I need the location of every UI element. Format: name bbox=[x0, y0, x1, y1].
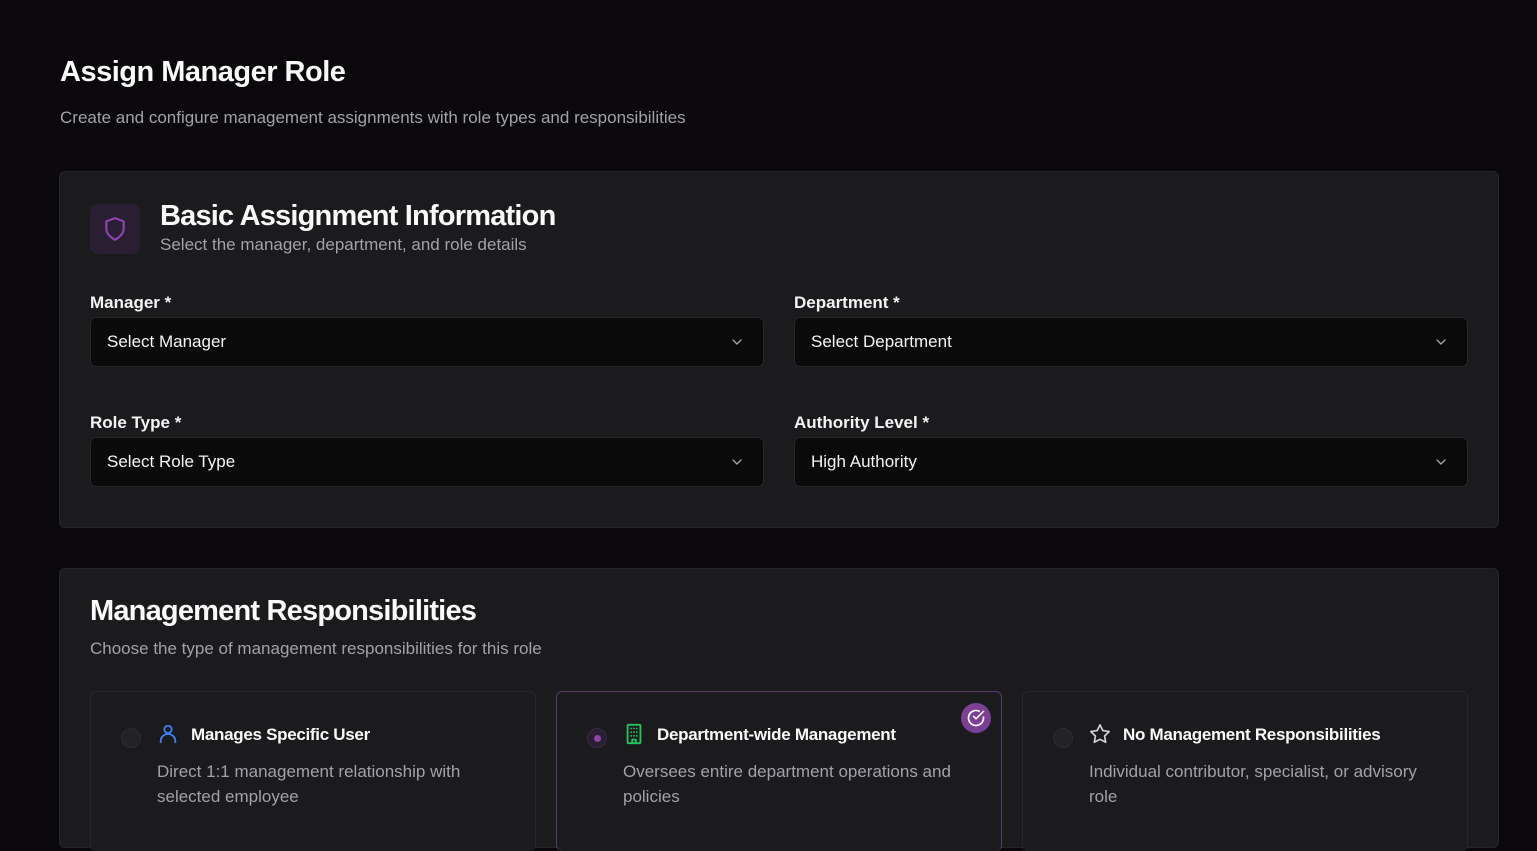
user-icon bbox=[159, 724, 177, 744]
option-title: Manages Specific User bbox=[191, 725, 370, 744]
chevron-down-icon bbox=[1436, 339, 1446, 345]
option-department-wide-management[interactable]: Department-wide Management Oversees enti… bbox=[556, 691, 1002, 851]
option-description: Direct 1:1 management relationship with … bbox=[157, 762, 461, 806]
department-select[interactable]: Select Department bbox=[794, 317, 1468, 367]
page: Assign Manager Role Create and configure… bbox=[0, 0, 1537, 851]
basic-card-title: Basic Assignment Information bbox=[160, 200, 556, 232]
page-subtitle: Create and configure management assignme… bbox=[60, 108, 686, 127]
page-title: Assign Manager Role bbox=[60, 56, 346, 88]
manager-select[interactable]: Select Manager bbox=[90, 317, 764, 367]
chevron-down-icon bbox=[732, 339, 742, 345]
option-title: No Management Responsibilities bbox=[1123, 725, 1381, 744]
option-description: Oversees entire department operations an… bbox=[623, 762, 951, 806]
building-icon bbox=[626, 723, 642, 745]
department-select-value: Select Department bbox=[811, 332, 952, 351]
shield-icon bbox=[90, 204, 140, 254]
selected-check-icon bbox=[961, 703, 991, 733]
responsibilities-subtitle: Choose the type of management responsibi… bbox=[90, 639, 542, 658]
basic-card-subtitle: Select the manager, department, and role… bbox=[160, 235, 527, 254]
authority-level-select[interactable]: High Authority bbox=[794, 437, 1468, 487]
manager-select-value: Select Manager bbox=[107, 332, 227, 351]
management-responsibilities-card: Management Responsibilities Choose the t… bbox=[59, 568, 1499, 851]
star-icon bbox=[1090, 724, 1110, 744]
option-manages-specific-user[interactable]: Manages Specific User Direct 1:1 managem… bbox=[90, 691, 536, 851]
option-description: Individual contributor, specialist, or a… bbox=[1089, 762, 1417, 806]
authority-level-label: Authority Level * bbox=[794, 413, 930, 432]
radio-department-wide-management[interactable] bbox=[587, 728, 607, 748]
chevron-down-icon bbox=[732, 459, 742, 465]
role-type-select[interactable]: Select Role Type bbox=[90, 437, 764, 487]
responsibilities-title: Management Responsibilities bbox=[90, 595, 477, 627]
option-title: Department-wide Management bbox=[657, 725, 896, 744]
radio-no-management-responsibilities[interactable] bbox=[1053, 728, 1073, 748]
department-label: Department * bbox=[794, 293, 900, 312]
manager-label: Manager * bbox=[90, 293, 172, 312]
authority-level-select-value: High Authority bbox=[811, 452, 917, 471]
basic-assignment-card: Basic Assignment Information Select the … bbox=[59, 171, 1499, 528]
role-type-select-value: Select Role Type bbox=[107, 452, 236, 471]
radio-manages-specific-user[interactable] bbox=[121, 728, 141, 748]
role-type-label: Role Type * bbox=[90, 413, 182, 432]
chevron-down-icon bbox=[1436, 459, 1446, 465]
option-no-management-responsibilities[interactable]: No Management Responsibilities Individua… bbox=[1022, 691, 1468, 851]
